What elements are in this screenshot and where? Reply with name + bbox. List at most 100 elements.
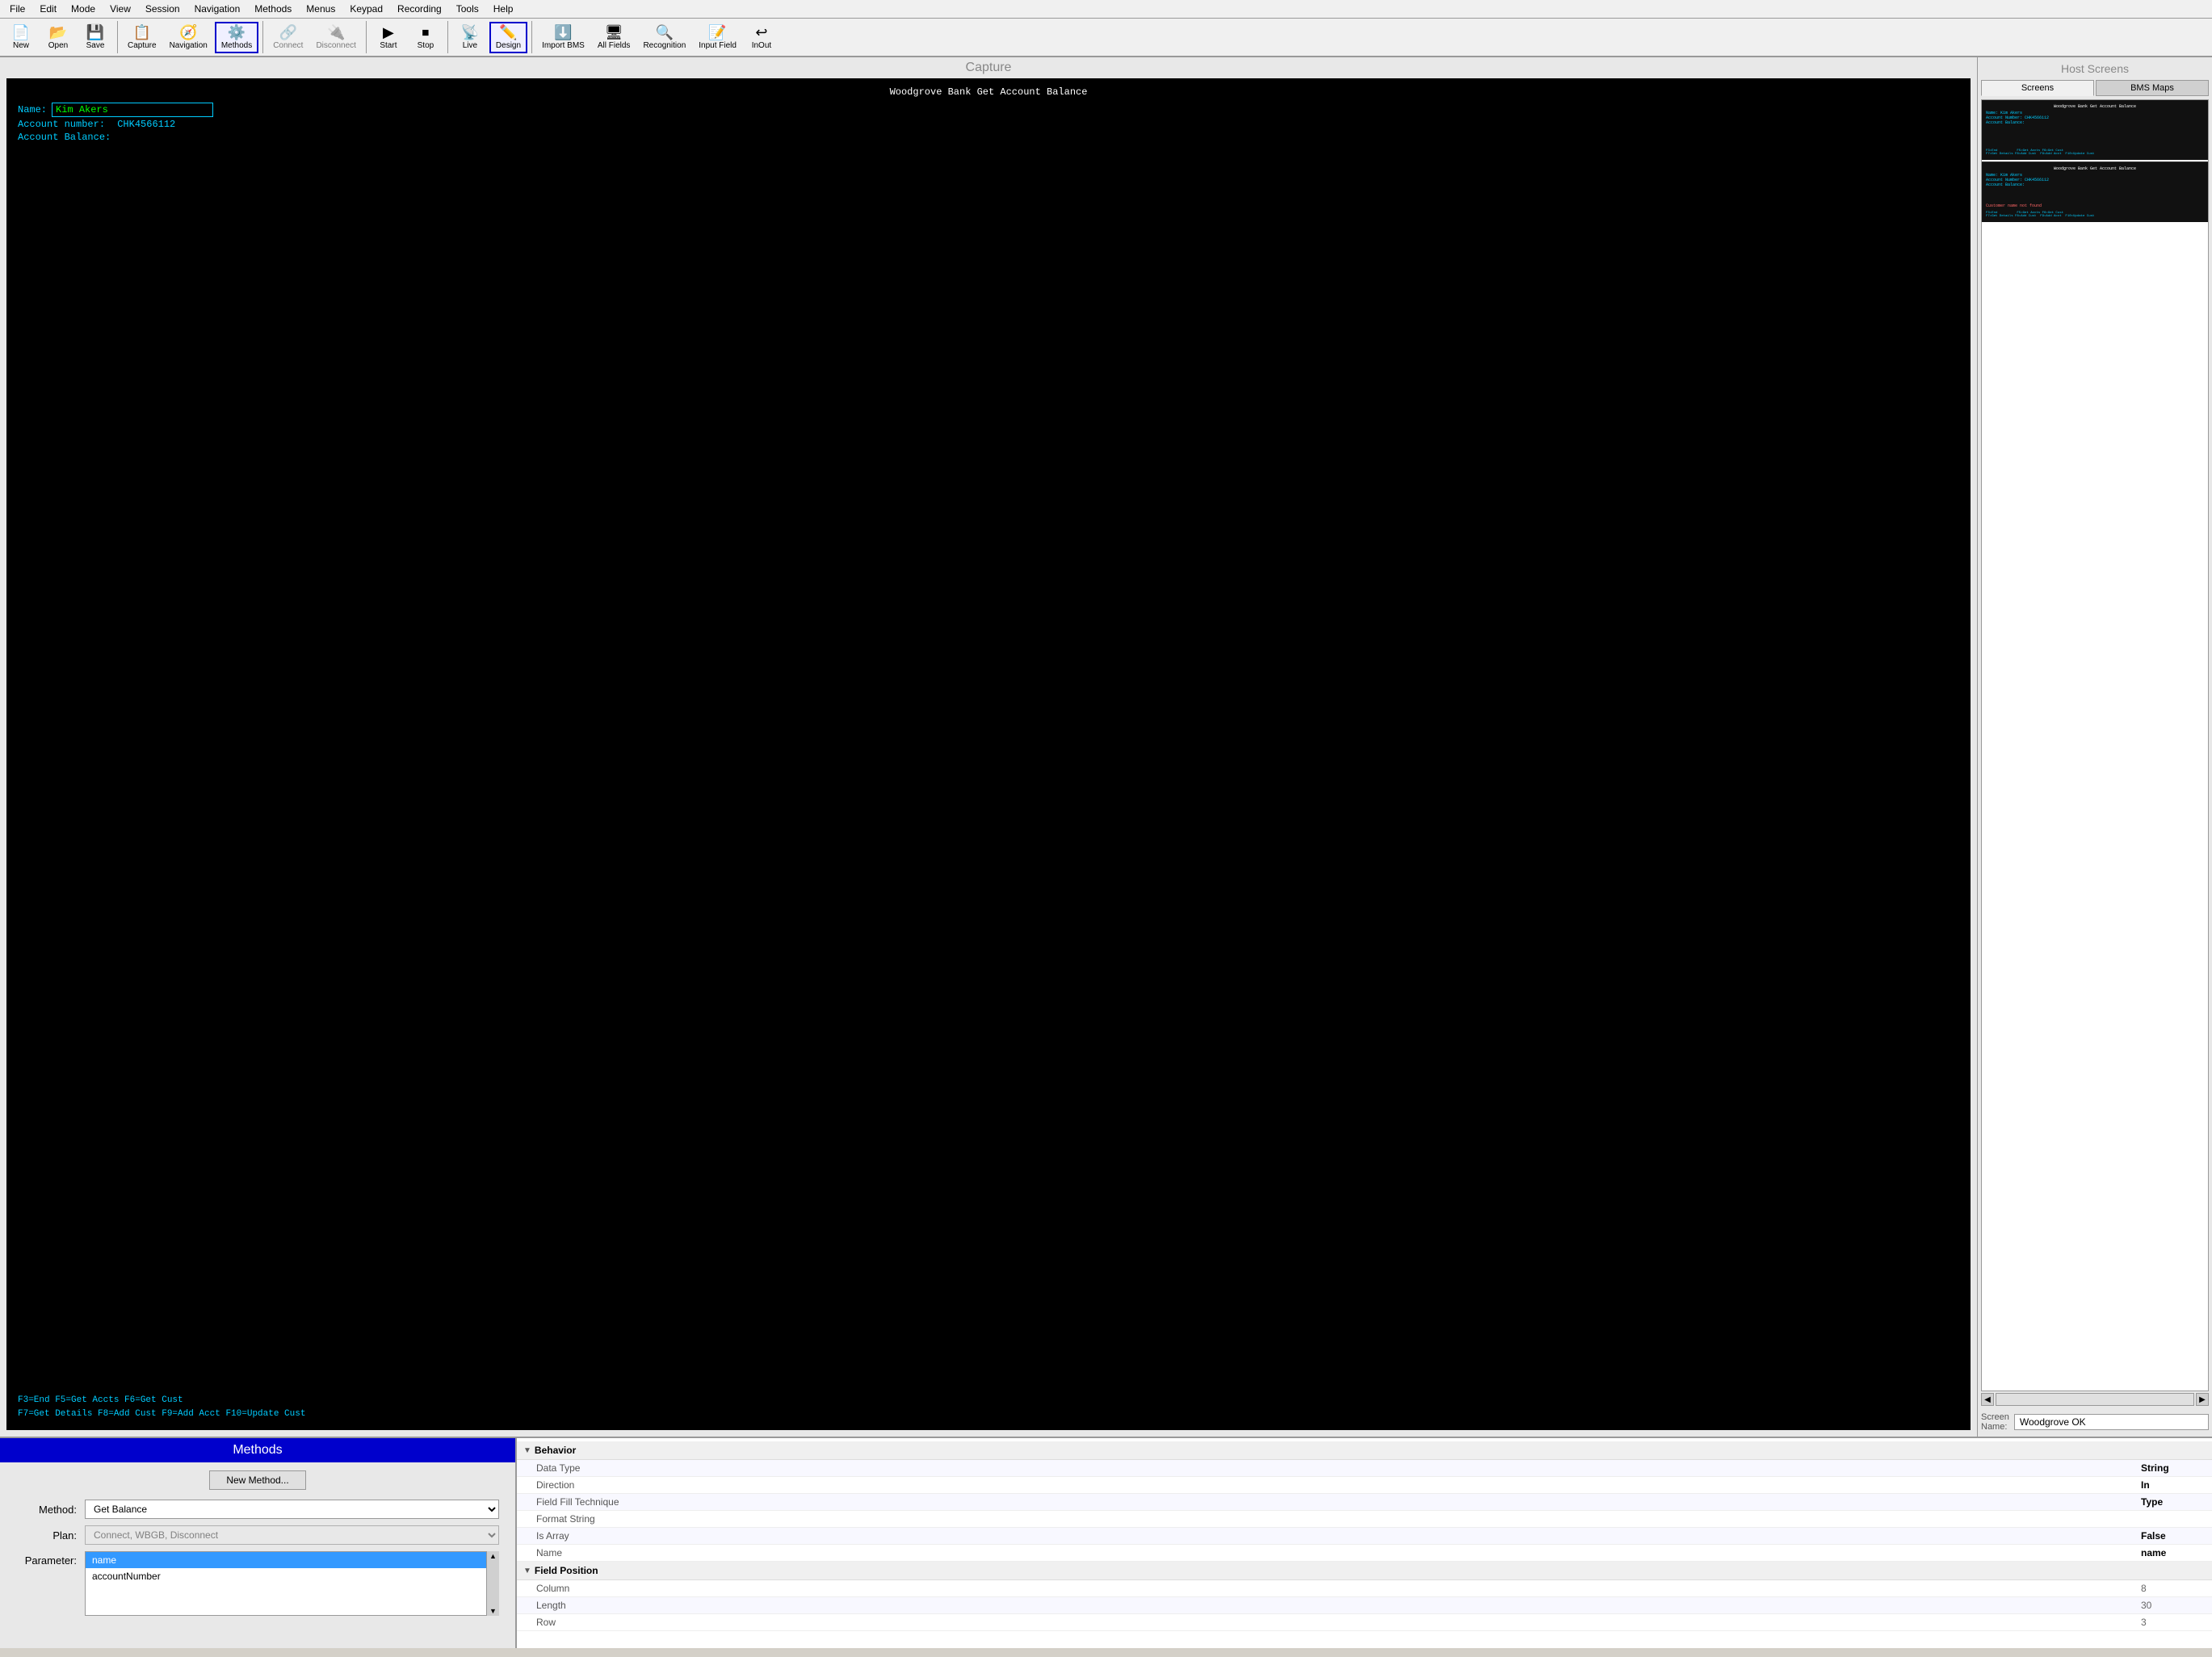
prop-row: Row 3 [517, 1614, 2212, 1631]
menu-navigation[interactable]: Navigation [188, 2, 247, 16]
menu-session[interactable]: Session [139, 2, 187, 16]
scroll-track[interactable] [1996, 1393, 2194, 1406]
menu-keypad[interactable]: Keypad [343, 2, 389, 16]
prop-direction: Direction In [517, 1477, 2212, 1494]
start-label: Start [380, 41, 397, 50]
screens-list[interactable]: Woodgrove Bank Get Account Balance Name:… [1981, 99, 2209, 1391]
design-button[interactable]: ✏️ Design [489, 22, 527, 53]
separator-4 [447, 21, 448, 53]
connect-label: Connect [273, 41, 303, 50]
recognition-button[interactable]: 🔍 Recognition [637, 23, 691, 52]
menu-tools[interactable]: Tools [450, 2, 485, 16]
menu-file[interactable]: File [3, 2, 31, 16]
terminal-account-number-row: Account number: CHK4566112 [18, 119, 1959, 130]
menu-view[interactable]: View [103, 2, 137, 16]
menu-help[interactable]: Help [487, 2, 520, 16]
import-bms-button[interactable]: ⬇️ Import BMS [536, 23, 590, 52]
start-button[interactable]: ▶ Start [371, 23, 406, 52]
terminal: Woodgrove Bank Get Account Balance Name:… [6, 78, 1971, 1430]
open-icon: 📂 [49, 25, 67, 40]
start-icon: ▶ [383, 25, 394, 40]
recognition-label: Recognition [643, 41, 686, 50]
all-fields-button[interactable]: 🖥 All Fields [592, 23, 636, 52]
prop-column: Column 8 [517, 1580, 2212, 1597]
plan-select[interactable]: Connect, WBGB, Disconnect [85, 1525, 499, 1545]
inout-icon: ↩ [755, 25, 767, 40]
navigation-label: Navigation [170, 41, 208, 50]
live-button[interactable]: 📡 Live [452, 23, 488, 52]
save-button[interactable]: 💾 Save [78, 23, 113, 52]
screen-name-input[interactable] [2014, 1414, 2209, 1430]
screen-thumb-1[interactable]: Woodgrove Bank Get Account Balance Name:… [1982, 100, 2208, 160]
prop-format-string-name: Format String [536, 1513, 2141, 1525]
open-button[interactable]: 📂 Open [40, 23, 76, 52]
plan-field-label: Plan: [16, 1529, 77, 1542]
disconnect-button[interactable]: 🔌 Disconnect [310, 23, 361, 52]
menu-methods[interactable]: Methods [248, 2, 298, 16]
scroll-right-arrow[interactable]: ▶ [2196, 1393, 2209, 1406]
stop-button[interactable]: ⏹ Stop [408, 23, 443, 52]
scroll-left-arrow[interactable]: ◀ [1981, 1393, 1994, 1406]
prop-name: Name name [517, 1545, 2212, 1562]
prop-direction-name: Direction [536, 1479, 2141, 1491]
method-select[interactable]: Get Balance [85, 1500, 499, 1519]
inout-button[interactable]: ↩ InOut [744, 23, 779, 52]
screen-thumb-1-title: Woodgrove Bank Get Account Balance [1986, 104, 2204, 109]
capture-title: Capture [0, 57, 1977, 78]
live-icon: 📡 [461, 25, 479, 40]
terminal-account-balance-row: Account Balance: [18, 132, 1959, 143]
terminal-account-balance-label: Account Balance: [18, 132, 111, 143]
terminal-fkeys-line2: F7=Get Details F8=Add Cust F9=Add Acct F… [18, 1407, 305, 1422]
separator-3 [366, 21, 367, 53]
field-position-chevron: ▼ [523, 1567, 531, 1575]
stop-label: Stop [418, 41, 434, 50]
capture-panel: Capture Woodgrove Bank Get Account Balan… [0, 57, 1978, 1437]
param-scrollbar[interactable]: ▲ ▼ [486, 1551, 499, 1616]
new-button[interactable]: 📄 New [3, 23, 39, 52]
separator-2 [262, 21, 263, 53]
input-field-button[interactable]: 📝 Input Field [693, 23, 742, 52]
tab-screens[interactable]: Screens [1981, 80, 2094, 96]
stop-icon: ⏹ [422, 25, 429, 40]
connect-button[interactable]: 🔗 Connect [267, 23, 309, 52]
menu-recording[interactable]: Recording [391, 2, 448, 16]
prop-format-string: Format String [517, 1511, 2212, 1528]
terminal-title: Woodgrove Bank Get Account Balance [18, 86, 1959, 98]
prop-field-fill-value: Type [2141, 1496, 2206, 1508]
methods-button[interactable]: ⚙️ Methods [215, 22, 258, 53]
menu-menus[interactable]: Menus [300, 2, 342, 16]
prop-field-fill-name: Field Fill Technique [536, 1496, 2141, 1508]
screen-name-label: ScreenName: [1981, 1412, 2009, 1432]
save-label: Save [86, 41, 105, 50]
navigation-button[interactable]: 🧭 Navigation [164, 23, 213, 52]
methods-title: Methods [0, 1438, 515, 1462]
new-method-button[interactable]: New Method... [209, 1470, 305, 1490]
screen-thumb-2-line3: Account Balance: [1986, 182, 2204, 187]
screen-thumb-2[interactable]: Woodgrove Bank Get Account Balance Name:… [1982, 162, 2208, 222]
screen-thumb-1-line3: Account Balance: [1986, 120, 2204, 125]
design-icon: ✏️ [499, 25, 517, 40]
param-scroll-down[interactable]: ▼ [489, 1606, 497, 1616]
bottom-section: Methods New Method... Method: Get Balanc… [0, 1438, 2212, 1648]
capture-button[interactable]: 📋 Capture [122, 23, 162, 52]
param-item-account-number[interactable]: accountNumber [86, 1568, 498, 1584]
tab-bms-maps[interactable]: BMS Maps [2096, 80, 2209, 96]
screen-name-row: ScreenName: [1981, 1411, 2209, 1433]
menu-mode[interactable]: Mode [65, 2, 102, 16]
import-bms-icon: ⬇️ [554, 25, 572, 40]
methods-panel: Methods New Method... Method: Get Balanc… [0, 1438, 517, 1648]
open-label: Open [48, 41, 68, 50]
behavior-section-header[interactable]: ▼ Behavior [517, 1441, 2212, 1460]
behavior-section-title: Behavior [535, 1445, 576, 1456]
field-position-section-header[interactable]: ▼ Field Position [517, 1562, 2212, 1580]
disconnect-icon: 🔌 [327, 25, 345, 40]
param-scroll-up[interactable]: ▲ [489, 1551, 497, 1561]
capture-icon: 📋 [133, 25, 151, 40]
separator-5 [531, 21, 532, 53]
live-label: Live [463, 41, 477, 50]
param-item-name[interactable]: name [86, 1552, 498, 1568]
terminal-name-input[interactable] [52, 103, 213, 117]
param-list[interactable]: name accountNumber [85, 1551, 499, 1616]
menu-edit[interactable]: Edit [33, 2, 63, 16]
behavior-chevron: ▼ [523, 1446, 531, 1455]
